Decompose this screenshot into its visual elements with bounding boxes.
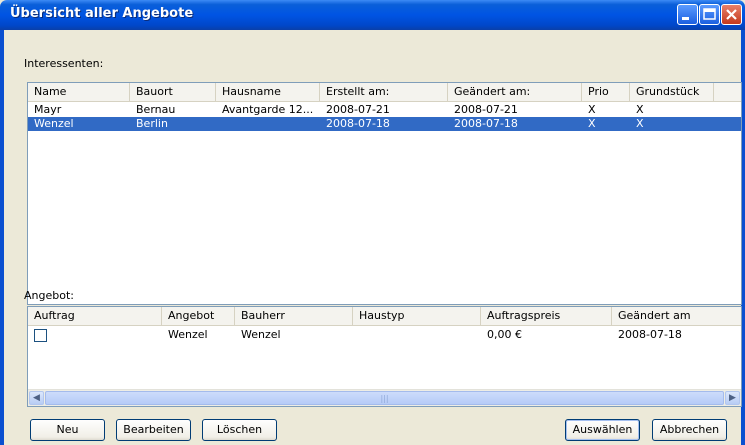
close-icon [726,9,737,20]
cell-geaendert: 2008-07-21 [454,103,518,116]
angebot-header: Auftrag Angebot Bauherr Haustyp Auftrags… [28,307,741,326]
column-bauherr[interactable]: Bauherr [235,307,353,325]
maximize-button[interactable] [699,4,720,25]
column-geaendert[interactable]: Geändert am: [448,83,582,101]
cell-grundstueck: X [636,117,644,130]
window-frame: Interessenten: Name Bauort Hausname Erst… [0,30,745,445]
cell-hausname [216,117,320,131]
scroll-left-icon: ◀ [33,393,40,403]
table-row-selected[interactable]: Wenzel Berlin 2008-07-18 2008-07-18 X X [28,117,741,131]
cell-name: Mayr [34,103,62,116]
cell-prio: X [588,103,596,116]
column-angebot[interactable]: Angebot [162,307,235,325]
cell-angebot: Wenzel [168,328,208,341]
window-title: Übersicht aller Angebote [10,6,194,21]
horizontal-scrollbar[interactable]: ◀ ||| ▶ [28,389,741,406]
cell-bauort: Bernau [136,103,176,116]
cell-erstellt: 2008-07-21 [326,103,390,116]
cell-hausname: Avantgarde 12... [222,103,314,116]
cell-bauort: Berlin [136,117,168,130]
scroll-left-button[interactable]: ◀ [29,391,44,405]
cell-geaendert: 2008-07-18 [454,117,518,130]
loeschen-button[interactable]: Löschen [202,419,277,441]
bearbeiten-button[interactable]: Bearbeiten [116,419,191,441]
interessenten-label: Interessenten: [24,57,104,70]
auftrag-checkbox[interactable] [34,329,47,342]
column-name[interactable]: Name [28,83,130,101]
column-hausname[interactable]: Hausname [216,83,320,101]
column-haustyp[interactable]: Haustyp [353,307,481,325]
neu-button[interactable]: Neu [30,419,105,441]
table-row[interactable]: Mayr Bernau Avantgarde 12... 2008-07-21 … [28,103,741,117]
grip-icon: ||| [380,394,389,403]
interessenten-header: Name Bauort Hausname Erstellt am: Geände… [28,83,741,102]
angebot-list[interactable]: Auftrag Angebot Bauherr Haustyp Auftrags… [27,306,742,407]
column-auftragspreis[interactable]: Auftragspreis [481,307,612,325]
minimize-icon [682,17,689,20]
interessenten-list[interactable]: Name Bauort Hausname Erstellt am: Geände… [27,82,742,305]
column-grundstueck[interactable]: Grundstück [630,83,714,101]
cell-prio: X [588,117,596,130]
column-erstellt[interactable]: Erstellt am: [320,83,448,101]
scrollbar-thumb[interactable]: ||| [45,391,724,405]
angebot-label: Angebot: [24,289,74,302]
column-geaendert-am[interactable]: Geändert am [612,307,741,325]
cell-geaendert-am: 2008-07-18 [618,328,682,341]
cell-grundstueck: X [636,103,644,116]
minimize-button[interactable] [677,4,698,25]
auswaehlen-button[interactable]: Auswählen [565,419,640,441]
cell-erstellt: 2008-07-18 [326,117,390,130]
column-prio[interactable]: Prio [582,83,630,101]
cell-haustyp [353,328,481,342]
column-bauort[interactable]: Bauort [130,83,216,101]
cell-bauherr: Wenzel [241,328,281,341]
cell-auftragspreis: 0,00 € [487,328,522,341]
cell-name: Wenzel [34,117,74,130]
close-button[interactable] [721,4,742,25]
table-row[interactable]: Wenzel Wenzel 0,00 € 2008-07-18 [28,328,741,344]
scroll-right-icon: ▶ [729,393,736,403]
abbrechen-button[interactable]: Abbrechen [652,419,727,441]
maximize-icon [703,8,716,20]
scroll-right-button[interactable]: ▶ [725,391,740,405]
column-auftrag[interactable]: Auftrag [28,307,162,325]
title-bar[interactable]: Übersicht aller Angebote [0,0,745,30]
